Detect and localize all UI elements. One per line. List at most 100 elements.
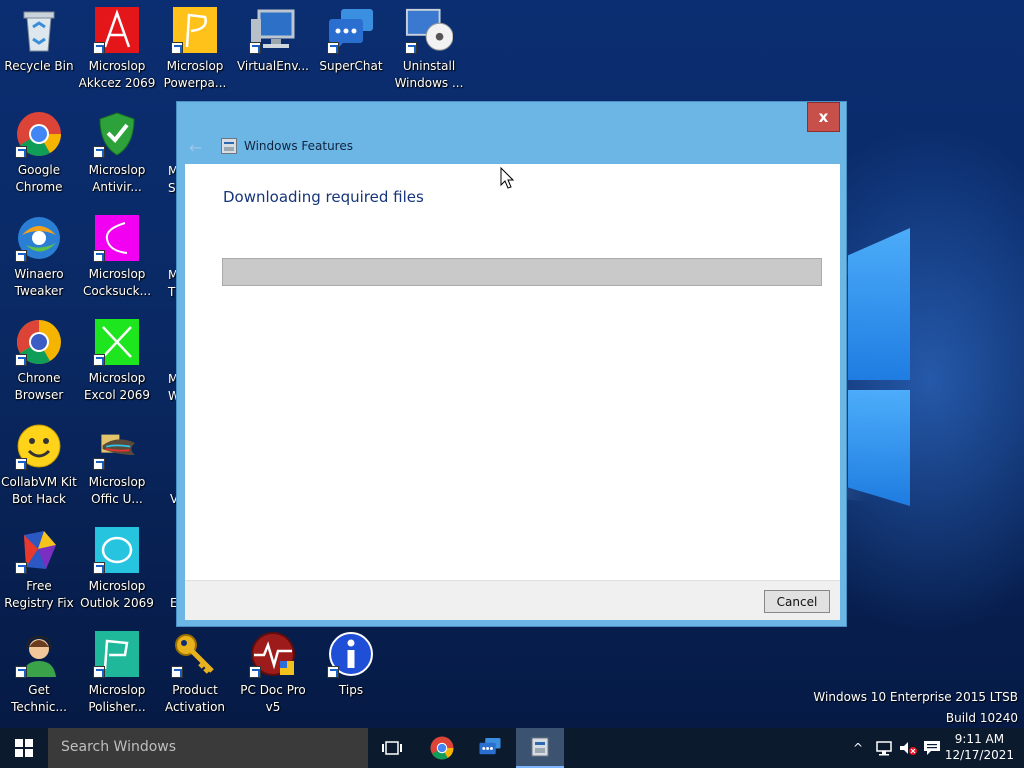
clock-date: 12/17/2021 [944, 748, 1014, 762]
recycle-bin-icon [15, 6, 63, 54]
shortcut-arrow-icon [93, 562, 105, 574]
pink-app-icon [93, 214, 141, 262]
windows-logo-pane [848, 390, 910, 506]
volume-muted-icon [900, 742, 917, 755]
desktop-icon-microslop-outlok[interactable]: Microslop Outlok 2069 [78, 520, 156, 620]
task-view-icon [382, 741, 402, 755]
desktop-icon-microslop-offic[interactable]: Microslop Offic U... [78, 416, 156, 516]
windows-features-icon [531, 737, 549, 757]
smiley-icon [15, 422, 63, 470]
desktop-icon-label: Microslop Polisher... [88, 683, 146, 714]
folder-fish-icon [93, 422, 141, 470]
shortcut-arrow-icon [405, 42, 417, 54]
network-icon [876, 741, 892, 756]
dialog-titlebar[interactable]: ← Windows Features x [177, 102, 846, 164]
network-tray-button[interactable] [872, 728, 896, 768]
desktop-icon-pc-doc-pro[interactable]: PC Doc Pro v5 [234, 624, 312, 724]
dialog-footer: Cancel [185, 580, 840, 620]
desktop-icon-microslop-powerpa[interactable]: Microslop Powerpa... [156, 0, 234, 100]
desktop-icon-label: PC Doc Pro v5 [240, 683, 306, 714]
shortcut-arrow-icon [93, 146, 105, 158]
desktop-icon-label: Uninstall Windows ... [394, 59, 464, 90]
desktop-icon-google-chrome[interactable]: Google Chrome [0, 104, 78, 204]
search-input[interactable]: Search Windows [48, 728, 368, 768]
desktop-icon-tips[interactable]: Tips [312, 624, 390, 724]
desktop-icon-chrone-browser[interactable]: Chrone Browser [0, 312, 78, 412]
desktop-icon-label: Recycle Bin [4, 59, 74, 73]
shortcut-arrow-icon [93, 354, 105, 366]
winaero-icon [15, 214, 63, 262]
desktop-icon-label: Free Registry Fix [4, 579, 74, 610]
volume-tray-button[interactable] [896, 728, 920, 768]
task-view-button[interactable] [368, 728, 416, 768]
desktop-icon-microslop-pink-app[interactable]: Microslop Cocksuck... [78, 208, 156, 308]
windows-logo-icon [15, 739, 33, 757]
shortcut-arrow-icon [327, 42, 339, 54]
close-button[interactable]: x [807, 102, 840, 132]
desktop-icon-label: Microslop Outlok 2069 [80, 579, 154, 610]
shortcut-arrow-icon [171, 666, 183, 678]
excel-icon [93, 318, 141, 366]
chevron-up-icon: ^ [852, 741, 864, 755]
desktop-icon-label: Microslop Offic U... [88, 475, 146, 506]
shortcut-arrow-icon [327, 666, 339, 678]
desktop-icon-collabvm-kit[interactable]: CollabVM Kit Bot Hack [0, 416, 78, 516]
desktop-icon-microslop-antivirus[interactable]: Microslop Antivir... [78, 104, 156, 204]
shortcut-arrow-icon [249, 666, 261, 678]
support-agent-icon [15, 630, 63, 678]
back-arrow-icon[interactable]: ← [189, 138, 202, 157]
outlook-icon [93, 526, 141, 574]
chrome-icon [15, 110, 63, 158]
taskbar-windows-features-button[interactable] [516, 728, 564, 768]
desktop-icon-superchat[interactable]: SuperChat [312, 0, 390, 100]
shortcut-arrow-icon [93, 250, 105, 262]
cancel-button[interactable]: Cancel [764, 590, 830, 613]
shortcut-arrow-icon [15, 562, 27, 574]
shortcut-arrow-icon [93, 458, 105, 470]
desktop-icon-label: Microslop Cocksuck... [82, 267, 152, 298]
shortcut-arrow-icon [15, 354, 27, 366]
action-center-button[interactable] [920, 728, 944, 768]
shortcut-arrow-icon [93, 42, 105, 54]
chat-icon [327, 6, 375, 54]
desktop-icon-free-registry-fix[interactable]: Free Registry Fix [0, 520, 78, 620]
windows-features-icon [221, 138, 237, 154]
desktop-icon-virtualenv[interactable]: VirtualEnv... [234, 0, 312, 100]
desktop-icon-label: SuperChat [319, 59, 383, 73]
desktop-icon-winaero-tweaker[interactable]: Winaero Tweaker [0, 208, 78, 308]
shortcut-arrow-icon [15, 146, 27, 158]
taskbar-chrome-button[interactable] [418, 728, 466, 768]
shortcut-arrow-icon [15, 250, 27, 262]
desktop-icon-label: VirtualEnv... [236, 59, 309, 73]
desktop: Recycle Bin Google Chrome Winaero Tweake… [0, 0, 1024, 728]
registry-fix-icon [15, 526, 63, 574]
shield-icon [93, 110, 141, 158]
desktop-icon-microslop-polisher[interactable]: Microslop Polisher... [78, 624, 156, 724]
desktop-icon-microslop-excol[interactable]: Microslop Excol 2069 [78, 312, 156, 412]
pc-doc-icon [249, 630, 297, 678]
desktop-icon-product-activation[interactable]: Product Activation [156, 624, 234, 724]
desktop-icon-label: Winaero Tweaker [14, 267, 64, 298]
taskbar-superchat-button[interactable] [466, 728, 514, 768]
taskbar-clock[interactable]: 9:11 AM 12/17/2021 [945, 731, 1014, 763]
chrome-icon [430, 736, 454, 760]
start-button[interactable] [0, 728, 48, 768]
taskbar: Search Windows ^ 9:11 AM 12/17/2021 [0, 728, 1024, 768]
desktop-icon-get-technical-support[interactable]: Get Technic... [0, 624, 78, 724]
desktop-icon-label: Microslop Powerpa... [163, 59, 227, 90]
notification-icon [924, 741, 940, 755]
clock-time: 9:11 AM [954, 732, 1005, 746]
show-hidden-icons-button[interactable]: ^ [848, 728, 868, 768]
desktop-icon-recycle-bin[interactable]: Recycle Bin [0, 0, 78, 100]
publisher-icon [93, 630, 141, 678]
desktop-icon-microslop-akkcez[interactable]: Microslop Akkcez 2069 [78, 0, 156, 100]
desktop-icon-label: Chrone Browser [14, 371, 64, 402]
desktop-icon-label: Google Chrome [15, 163, 63, 194]
windows-logo-pane [848, 228, 910, 380]
os-watermark-edition: Windows 10 Enterprise 2015 LTSB [813, 690, 1018, 704]
desktop-icon-uninstall-windows[interactable]: Uninstall Windows ... [390, 0, 468, 100]
desktop-icon-label: Microslop Akkcez 2069 [78, 59, 156, 90]
access-icon [93, 6, 141, 54]
shortcut-arrow-icon [171, 42, 183, 54]
os-watermark-build: Build 10240 [945, 711, 1018, 725]
